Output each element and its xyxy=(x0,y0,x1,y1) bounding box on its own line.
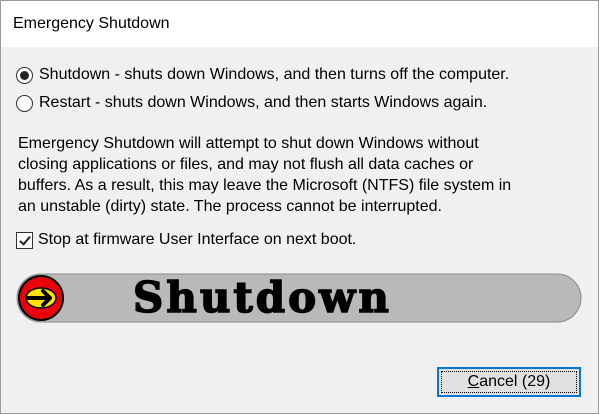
warning-description: Emergency Shutdown will attempt to shut … xyxy=(18,133,588,217)
shutdown-radio[interactable] xyxy=(16,66,33,84)
focus-rectangle xyxy=(441,371,577,393)
description-line: an unstable (dirty) state. The process c… xyxy=(18,198,442,215)
firmware-option-label: Stop at firmware User Interface on next … xyxy=(38,231,357,248)
shutdown-option-label: Shutdown - shuts down Windows, and then … xyxy=(39,66,510,83)
banner-text: Shutdown xyxy=(133,273,392,322)
shutdown-option[interactable]: Shutdown - shuts down Windows, and then … xyxy=(16,64,509,86)
shutdown-banner: Shutdown xyxy=(16,273,582,323)
window-title: Emergency Shutdown xyxy=(13,15,170,32)
description-line: buffers. As a result, this may leave the… xyxy=(18,177,512,194)
restart-option-label: Restart - shuts down Windows, and then s… xyxy=(39,94,488,111)
arrow-right-icon xyxy=(18,275,64,321)
restart-radio[interactable] xyxy=(16,94,33,112)
cancel-button[interactable]: Cancel (29) xyxy=(437,367,581,397)
description-line: Emergency Shutdown will attempt to shut … xyxy=(18,135,479,152)
restart-option[interactable]: Restart - shuts down Windows, and then s… xyxy=(16,92,487,114)
title-bar: Emergency Shutdown xyxy=(1,1,598,47)
firmware-checkbox[interactable] xyxy=(16,231,33,249)
firmware-option[interactable]: Stop at firmware User Interface on next … xyxy=(16,229,356,251)
emergency-shutdown-dialog: Emergency Shutdown Shutdown - shuts down… xyxy=(0,0,599,414)
description-line: closing applications or files, and may n… xyxy=(18,156,474,173)
